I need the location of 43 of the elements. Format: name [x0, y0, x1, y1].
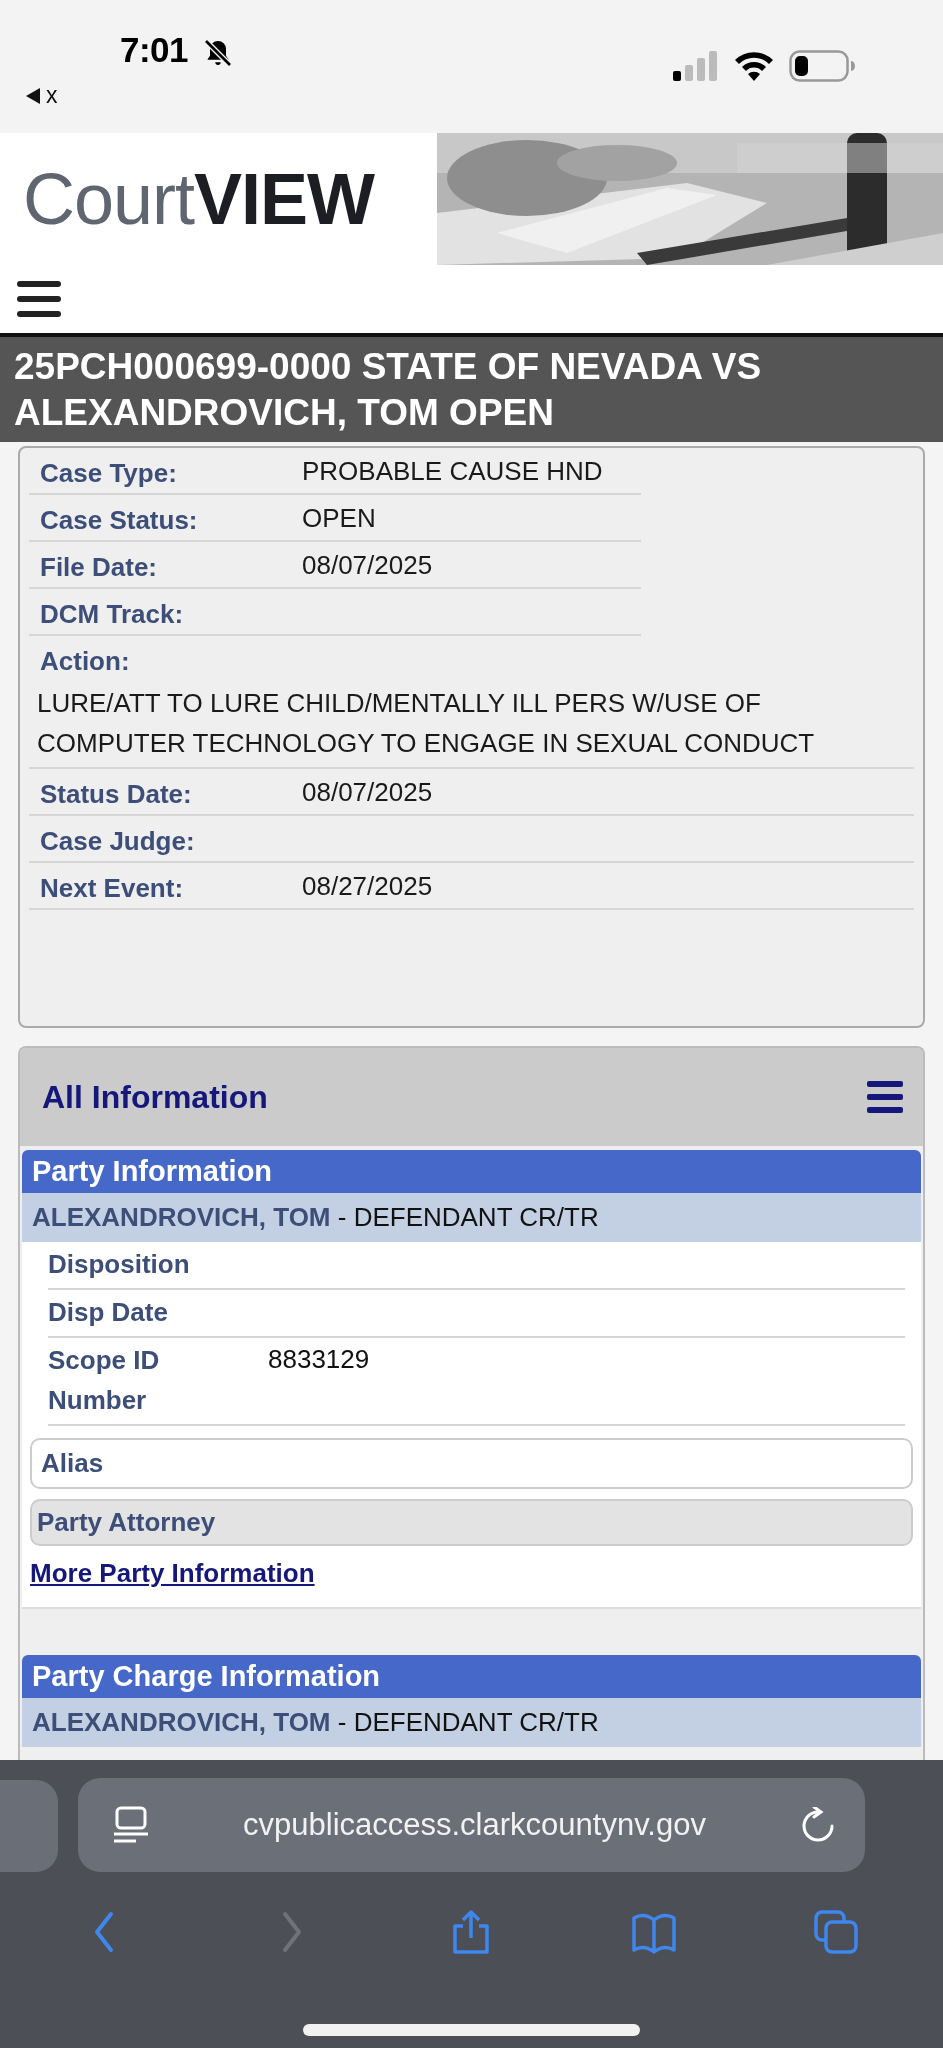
field-label: DCM Track:	[39, 599, 185, 630]
field-value: 08/07/2025	[302, 550, 433, 581]
signal-icon	[673, 51, 719, 81]
section-header: Party Information	[22, 1150, 921, 1193]
field-value: 08/07/2025	[302, 777, 433, 808]
party-name: ALEXANDROVICH, TOM - DEFENDANT CR/TR	[22, 1698, 921, 1747]
url-text: cvpublicaccess.clarkcountynv.gov	[242, 1807, 707, 1843]
field-label: Disp Date	[48, 1296, 169, 1329]
field-label: Case Judge:	[39, 826, 196, 857]
back-to-app-link[interactable]: x	[26, 82, 58, 109]
field-value: 8833129	[268, 1344, 370, 1376]
case-title: 25PCH000699-0000 STATE OF NEVADA VS ALEXANDROVICH, TOM OPEN	[14, 345, 763, 435]
field-value: 08/27/2025	[302, 871, 433, 902]
tabs-icon[interactable]	[813, 1910, 858, 1954]
more-info-link[interactable]: More Party Information	[30, 1558, 315, 1589]
field-label: Status Date:	[39, 779, 193, 810]
section-header: Party Charge Information	[22, 1655, 921, 1698]
field-label: Case Type:	[39, 458, 178, 489]
menu-icon[interactable]	[17, 281, 61, 317]
previous-tab[interactable]	[0, 1780, 58, 1872]
field-label: Action:	[39, 646, 131, 677]
field-label: File Date:	[39, 552, 159, 583]
action-text: LURE/ATT TO LURE CHILD/MENTALLY ILL PERS W/USE OF COMPUTER TECHNOLOGY TO ENGAGE IN SEXUAL CONDUCT	[36, 687, 816, 760]
courtview-logo: CourtVIEW	[22, 158, 375, 240]
attorney-section-header[interactable]: Party Attorney	[30, 1499, 913, 1546]
field-value: PROBABLE CAUSE HND	[302, 456, 603, 487]
reload-icon[interactable]	[801, 1807, 835, 1843]
wifi-icon	[733, 51, 775, 81]
panel-title: All Information	[42, 1078, 268, 1116]
field-label: Scope ID Number	[48, 1344, 161, 1417]
field-label: Case Status:	[39, 505, 199, 536]
alias-section-header[interactable]: Alias	[30, 1438, 913, 1489]
field-value: OPEN	[302, 503, 376, 534]
back-triangle-icon	[26, 87, 40, 104]
field-label: Disposition	[48, 1248, 191, 1281]
reader-icon[interactable]	[114, 1806, 148, 1844]
party-name: ALEXANDROVICH, TOM - DEFENDANT CR/TR	[22, 1193, 921, 1242]
field-label: Next Event:	[39, 873, 185, 904]
bell-slash-icon	[202, 37, 234, 69]
battery-icon	[789, 50, 855, 82]
menu-icon[interactable]	[867, 1081, 903, 1113]
clock-time: 7:01	[120, 30, 189, 70]
address-bar[interactable]: cvpublicaccess.clarkcountynv.gov	[78, 1778, 865, 1872]
